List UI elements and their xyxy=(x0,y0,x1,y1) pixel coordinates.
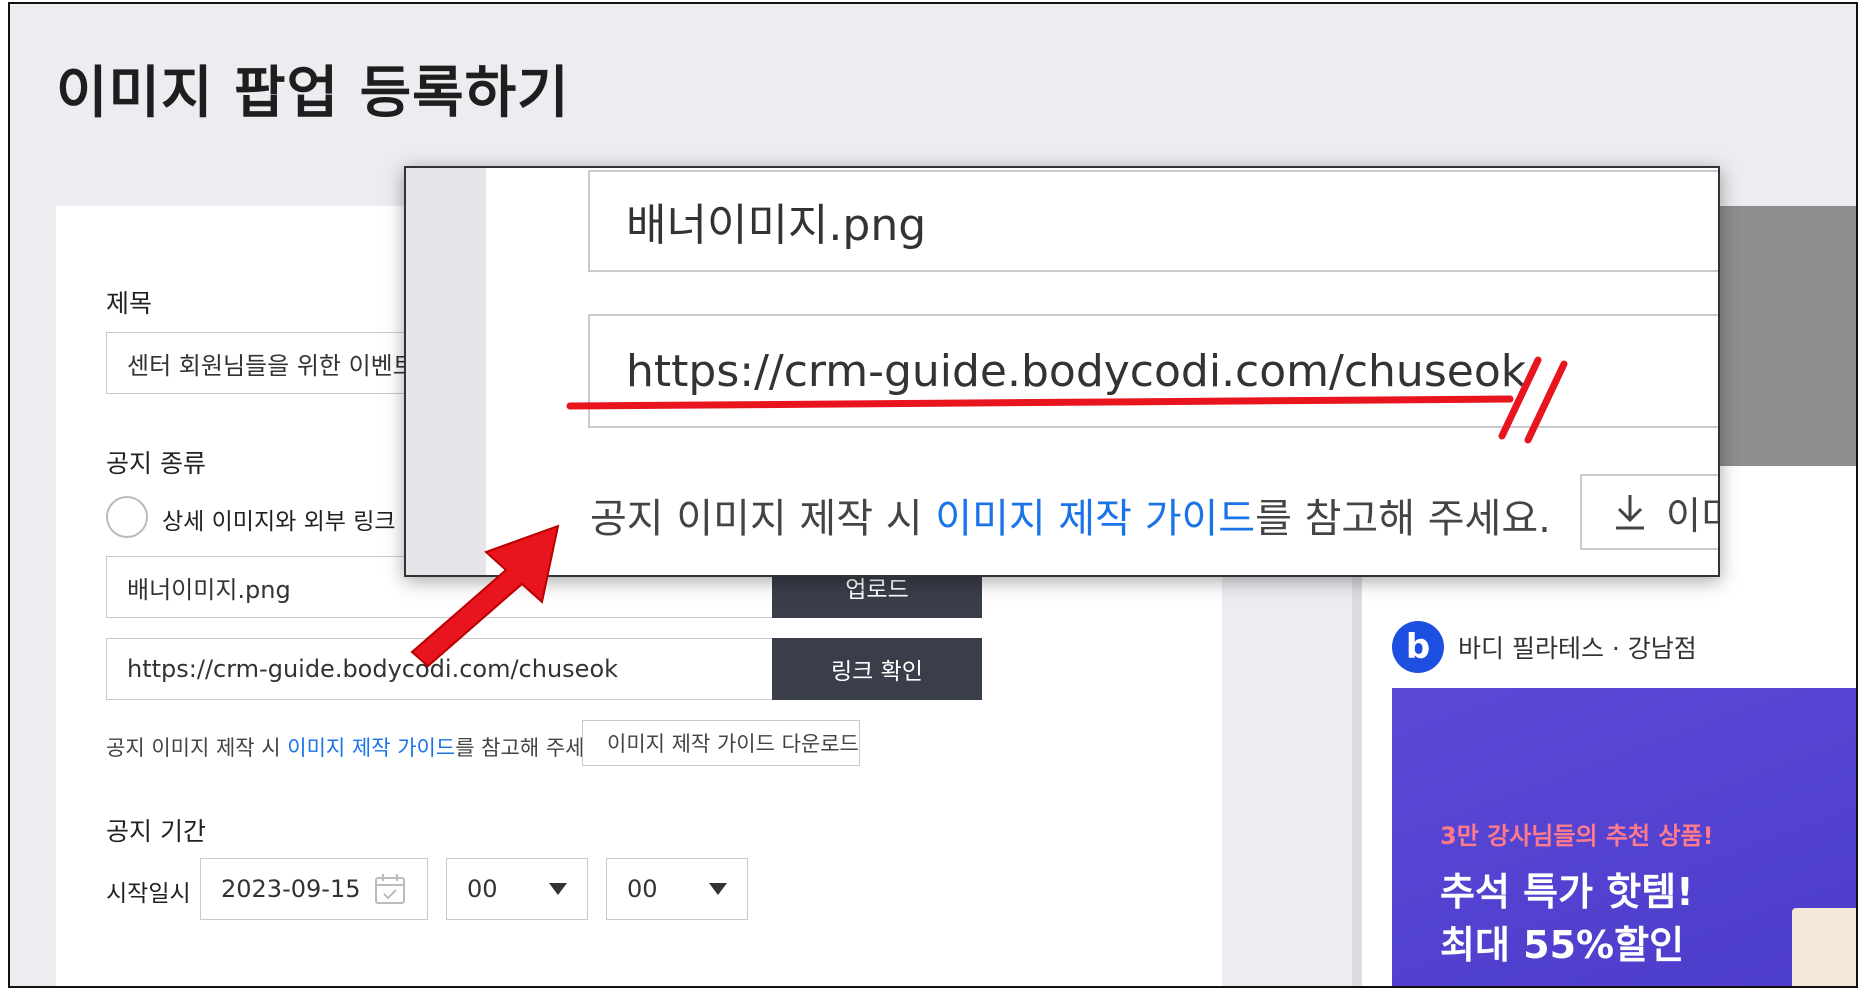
notice-type-label: 공지 종류 xyxy=(106,449,206,478)
caret-down-icon xyxy=(549,883,567,895)
zoom-callout: 배너이미지.png https://crm-guide.bodycodi.com… xyxy=(404,166,1720,577)
caret-down-icon xyxy=(709,883,727,895)
brand-logo: b xyxy=(1392,621,1444,673)
radio-image-link[interactable] xyxy=(106,496,148,538)
image-file-value: 배너이미지.png xyxy=(127,575,291,604)
calendar-icon[interactable] xyxy=(373,872,407,906)
radio-image-link-label: 상세 이미지와 외부 링크 xyxy=(162,509,396,535)
link-input-value: https://crm-guide.bodycodi.com/chuseok xyxy=(127,655,619,683)
guide-link[interactable]: 이미지 제작 가이드 xyxy=(287,736,455,760)
start-date-input[interactable]: 2023-09-15 xyxy=(200,858,428,920)
start-hour-select[interactable]: 00 xyxy=(446,858,588,920)
zoom-link-input: https://crm-guide.bodycodi.com/chuseok xyxy=(588,314,1718,428)
page-title: 이미지 팝업 등록하기 xyxy=(56,61,570,126)
period-label: 공지 기간 xyxy=(106,817,206,846)
zoom-hint-prefix: 공지 이미지 제작 시 xyxy=(590,496,936,542)
zoom-side-strip xyxy=(406,168,486,575)
promo-product-image xyxy=(1792,908,1856,986)
promo-line-2: 최대 55%할인 xyxy=(1440,923,1685,968)
brand-name: 바디 필라테스 · 강남점 xyxy=(1458,634,1697,663)
zoom-hint-suffix: 를 참고해 주세요. xyxy=(1255,496,1551,542)
start-hour-value: 00 xyxy=(467,875,498,903)
promo-subtitle: 3만 강사님들의 추천 상품! xyxy=(1440,822,1714,850)
title-label: 제목 xyxy=(106,289,153,318)
title-input-value: 센터 회원님들을 위한 이벤트 xyxy=(127,351,415,380)
promo-headline: 추석 특가 핫템! 최대 55%할인 xyxy=(1440,866,1694,972)
zoom-guide-link: 이미지 제작 가이드 xyxy=(935,496,1256,542)
link-input[interactable]: https://crm-guide.bodycodi.com/chuseok xyxy=(106,638,774,700)
zoom-download-button: 이미 xyxy=(1580,474,1718,550)
zoom-download-label: 이미 xyxy=(1666,493,1718,538)
link-check-button[interactable]: 링크 확인 xyxy=(772,638,982,700)
guide-download-label: 이미지 제작 가이드 다운로드 xyxy=(607,732,859,756)
zoom-file-input: 배너이미지.png xyxy=(588,170,1718,272)
screenshot-frame: 이미지 팝업 등록하기 제목 센터 회원님들을 위한 이벤트 공지 종류 상세 … xyxy=(8,2,1858,988)
start-date-value: 2023-09-15 xyxy=(221,875,361,903)
promo-line-1: 추석 특가 핫템! xyxy=(1440,870,1694,914)
start-minute-select[interactable]: 00 xyxy=(606,858,748,920)
guide-hint-prefix: 공지 이미지 제작 시 xyxy=(106,736,288,760)
promo-banner[interactable]: 3만 강사님들의 추천 상품! 추석 특가 핫템! 최대 55%할인 xyxy=(1392,688,1856,986)
start-label: 시작일시 xyxy=(106,881,191,907)
zoom-guide-hint: 공지 이미지 제작 시 이미지 제작 가이드를 참고해 주세요. xyxy=(590,486,1551,544)
guide-download-button[interactable]: 이미지 제작 가이드 다운로드 xyxy=(582,720,860,766)
zoom-file-value: 배너이미지.png xyxy=(626,200,927,251)
zoom-link-value: https://crm-guide.bodycodi.com/chuseok xyxy=(626,345,1527,397)
brand-row: b 바디 필라테스 · 강남점 xyxy=(1392,621,1697,673)
download-icon xyxy=(1616,495,1644,530)
start-minute-value: 00 xyxy=(627,875,658,903)
guide-hint: 공지 이미지 제작 시 이미지 제작 가이드를 참고해 주세요. xyxy=(106,732,610,762)
